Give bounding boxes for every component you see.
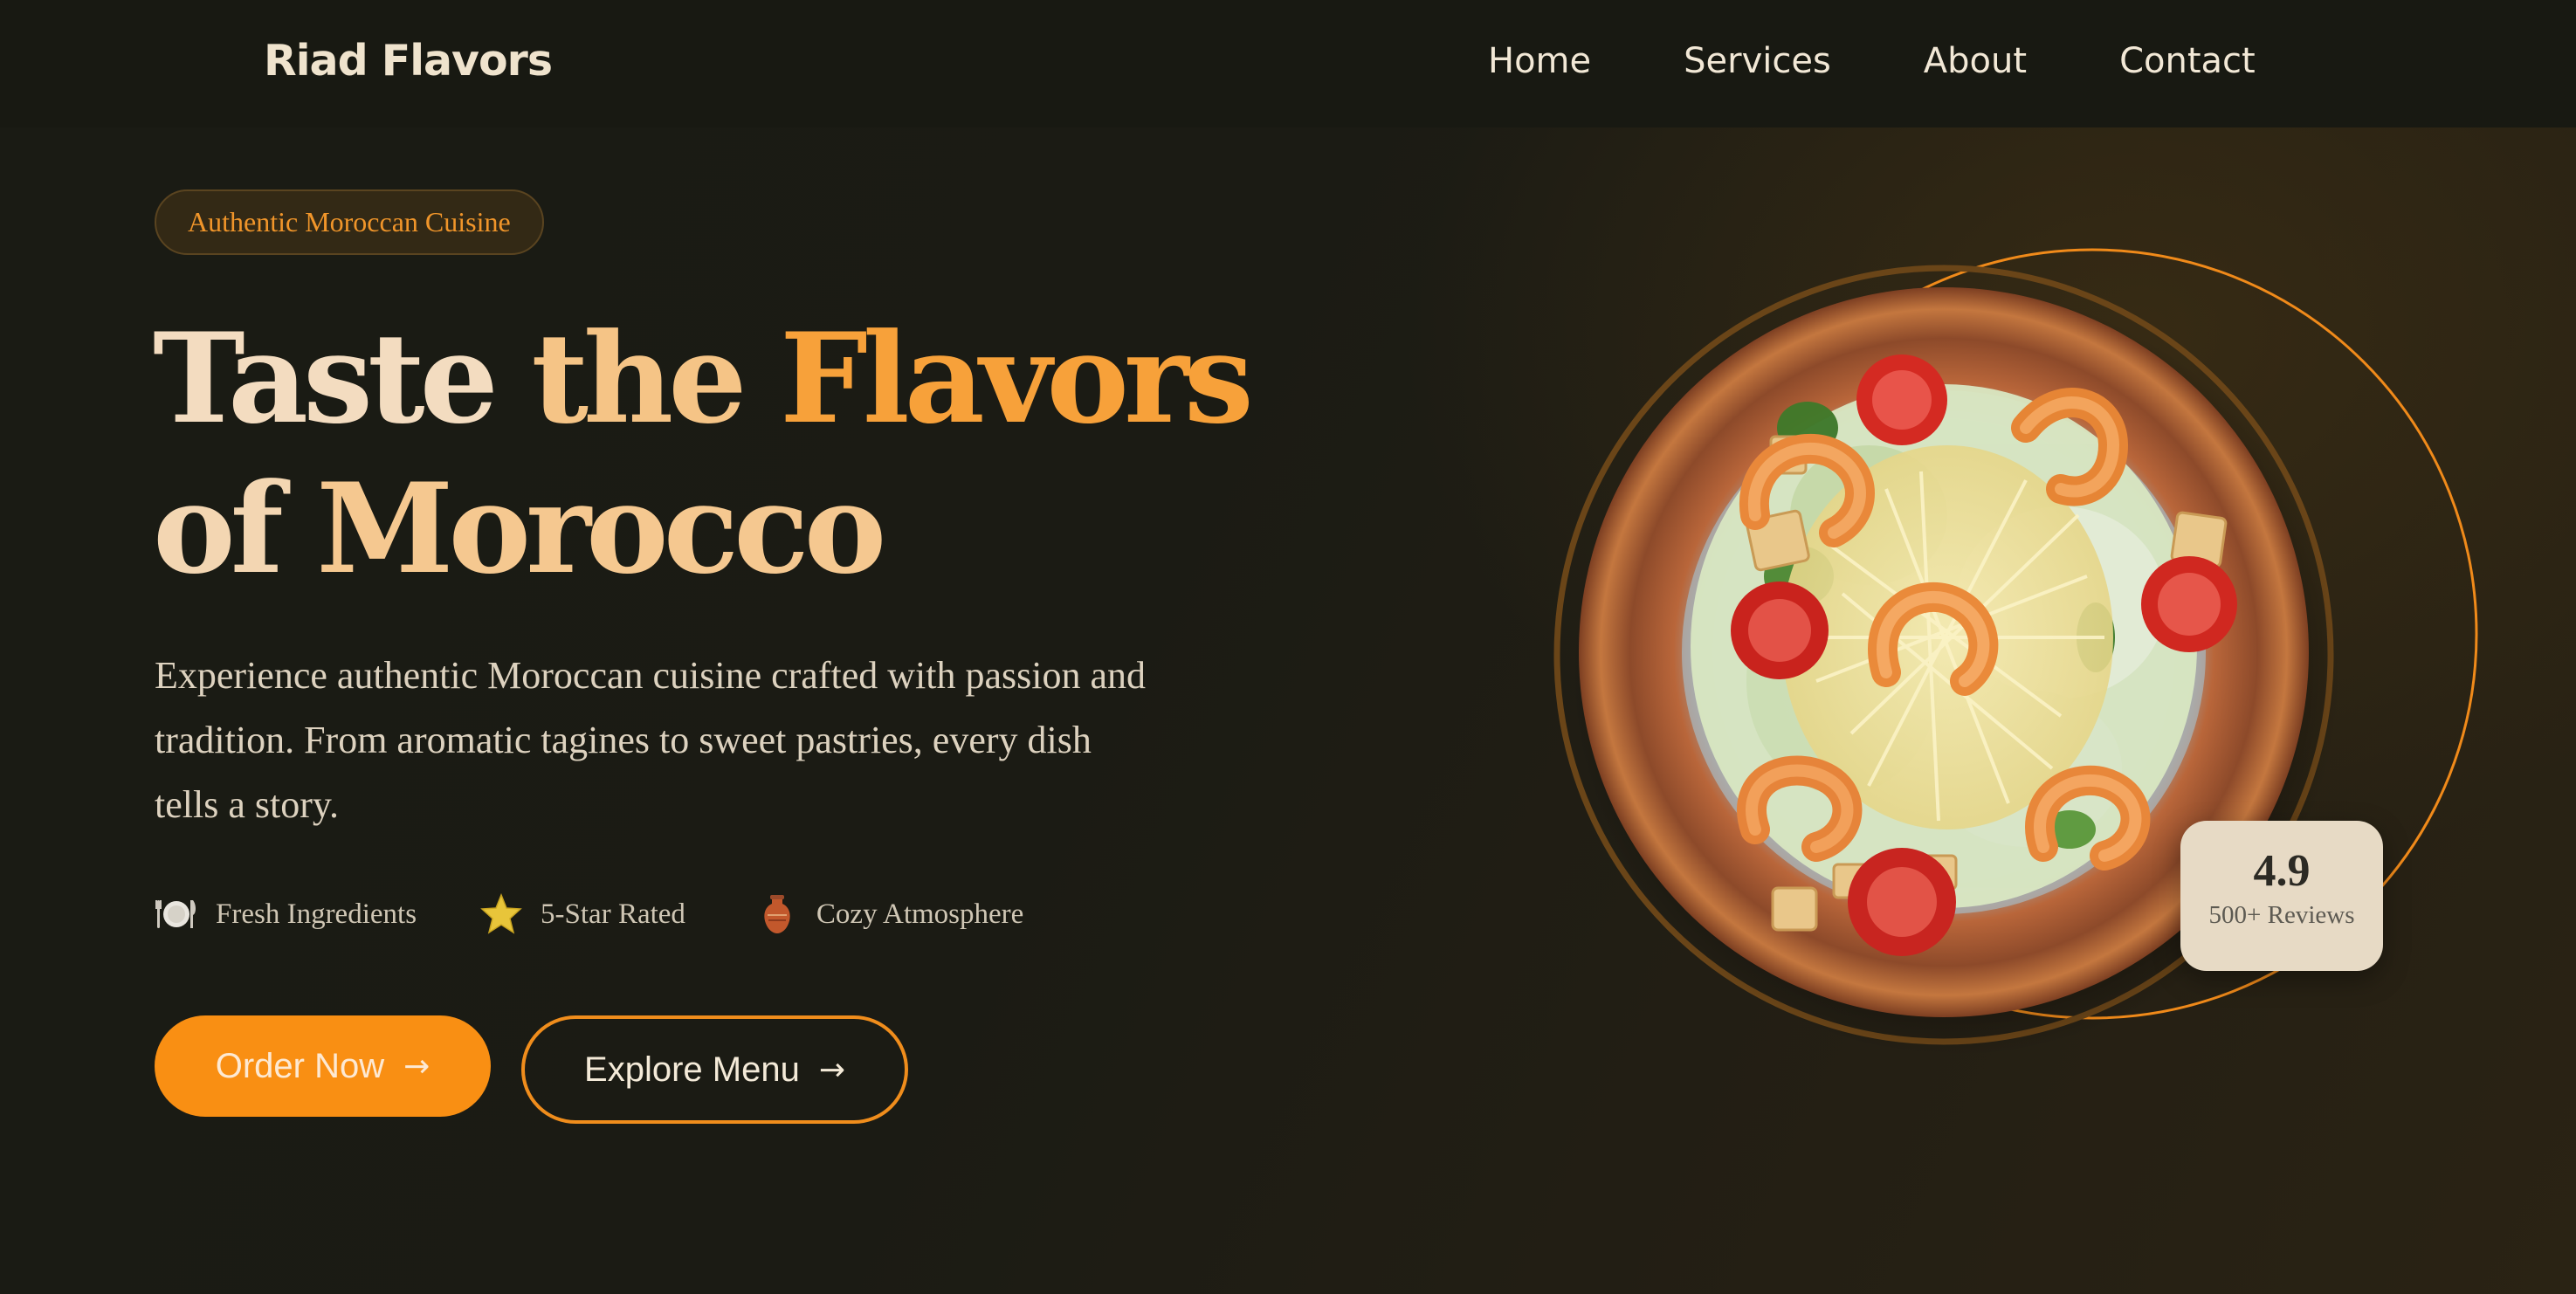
hero-headline: Taste the Flavors of Morocco <box>153 304 1254 604</box>
navbar: Riad Flavors Home Services About Contact <box>0 0 2576 127</box>
order-now-button[interactable]: Order Now → <box>155 1015 491 1117</box>
feature-label: 5-Star Rated <box>541 898 685 930</box>
rating-label: 500+ Reviews <box>2208 901 2355 929</box>
rating-card: 4.9 500+ Reviews <box>2180 821 2383 971</box>
nav-link-home[interactable]: Home <box>1488 35 1591 87</box>
button-label: Explore Menu <box>584 1050 800 1089</box>
headline-word: Taste <box>153 306 499 451</box>
feature-label: Cozy Atmosphere <box>816 898 1024 930</box>
star-icon <box>479 892 523 936</box>
nav-link-about[interactable]: About <box>1924 35 2027 87</box>
hero-description: Experience authentic Moroccan cuisine cr… <box>155 654 1146 826</box>
headline-line-1: Taste the Flavors <box>153 304 1254 454</box>
feature-fresh-ingredients: Fresh Ingredients <box>155 892 417 936</box>
headline-word: the <box>531 306 747 451</box>
vase-icon <box>755 892 799 936</box>
feature-cozy-atmosphere: Cozy Atmosphere <box>755 892 1023 936</box>
feature-five-star: 5-Star Rated <box>479 892 685 936</box>
nav-link-contact[interactable]: Contact <box>2119 35 2256 87</box>
headline-line-2: of Morocco <box>153 454 1249 604</box>
arrow-right-icon: → <box>818 1051 845 1088</box>
explore-menu-button[interactable]: Explore Menu → <box>521 1015 908 1124</box>
feature-list: Fresh Ingredients 5-Star Rated Cozy Atmo… <box>155 892 1023 936</box>
headline-word-highlight: Flavors <box>780 306 1254 451</box>
arrow-right-icon: → <box>403 1048 430 1084</box>
rating-value: 4.9 <box>2253 846 2311 896</box>
feature-label: Fresh Ingredients <box>216 898 417 930</box>
cuisine-badge: Authentic Moroccan Cuisine <box>155 189 544 255</box>
button-label: Order Now <box>215 1046 385 1085</box>
page: Riad Flavors Home Services About Contact… <box>0 0 2576 1294</box>
plate-cutlery-icon <box>155 892 198 936</box>
nav-link-services[interactable]: Services <box>1684 35 1831 87</box>
brand-logo[interactable]: Riad Flavors <box>264 33 553 89</box>
nav-links: Home Services About Contact <box>1488 35 2256 87</box>
headline-word: Morocco <box>316 457 886 602</box>
headline-word: of <box>153 457 284 602</box>
